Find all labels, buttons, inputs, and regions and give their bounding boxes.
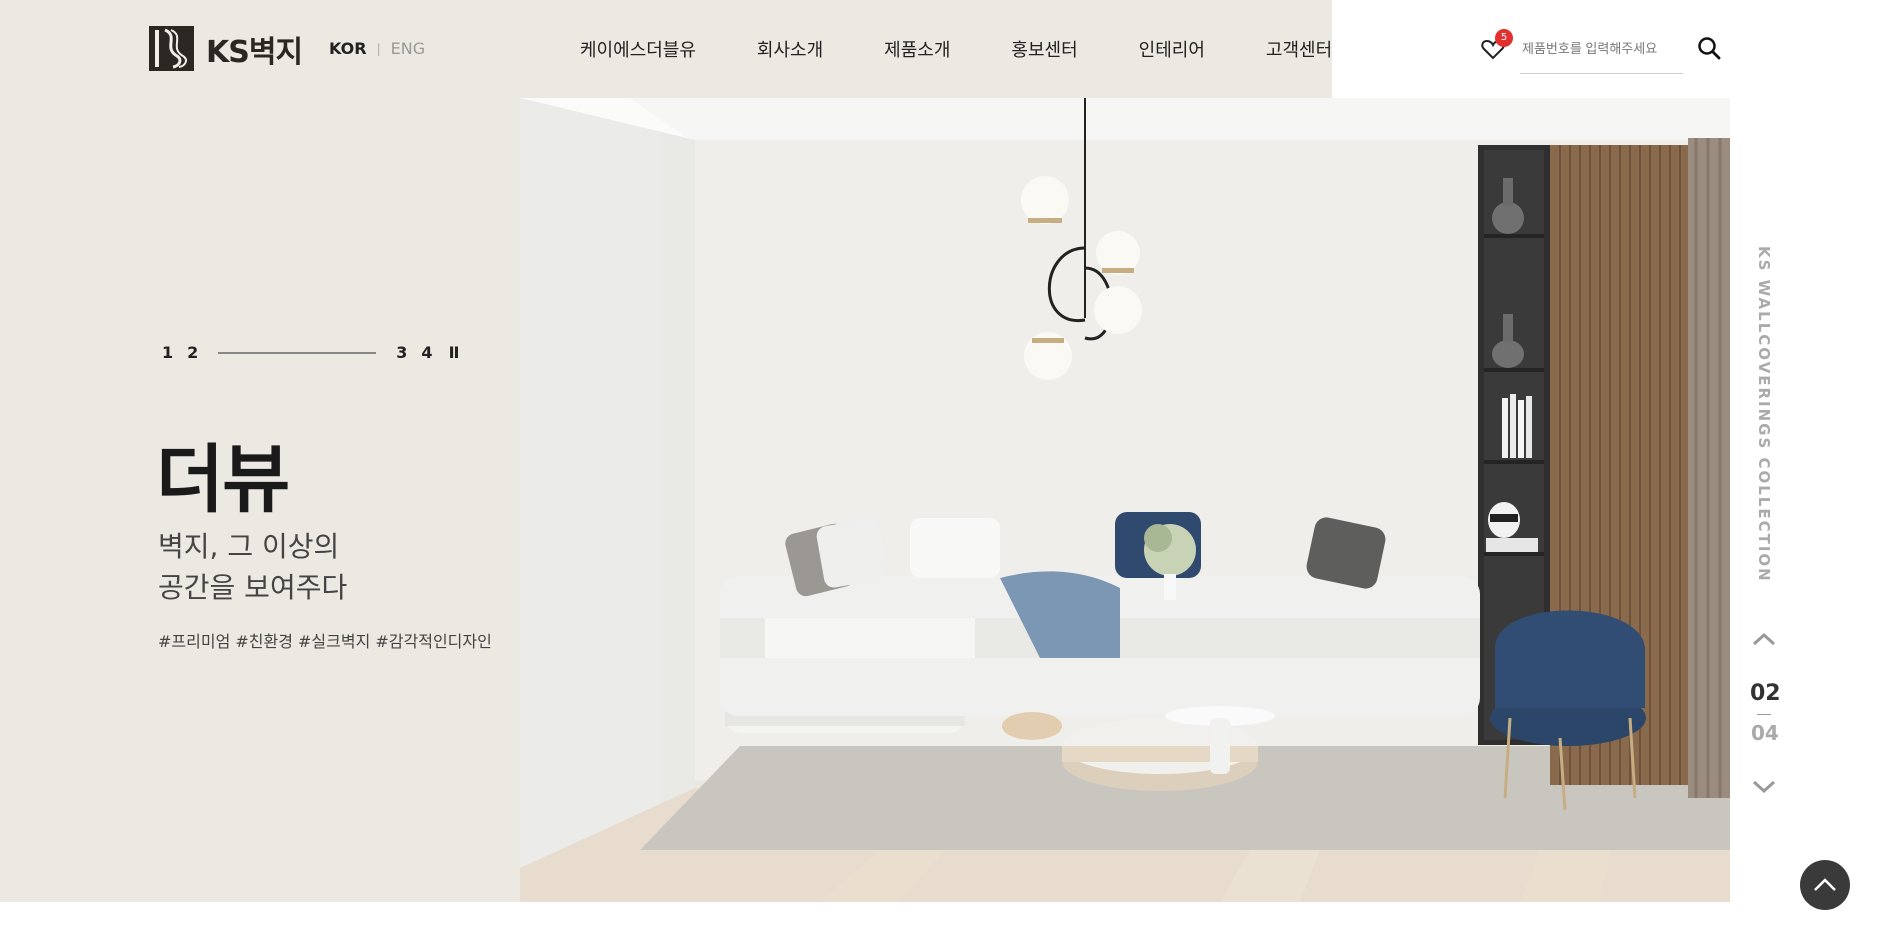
chevron-up-icon [1814,878,1836,891]
nav-item-company[interactable]: 회사소개 [757,36,823,62]
slide-1-button[interactable]: 1 [162,343,173,362]
nav-item-support[interactable]: 고객센터 [1266,36,1332,62]
chevron-up-icon[interactable] [1751,631,1777,651]
lang-separator: | [376,41,381,56]
slide-2-button[interactable]: 2 [187,343,198,362]
site-logo[interactable]: KS벽지 [149,26,303,71]
hero-subtitle-line2: 공간을 보여주다 [158,571,348,604]
nav-item-products[interactable]: 제품소개 [884,36,950,62]
hero-hashtags: #프리미엄 #친환경 #실크벽지 #감각적인디자인 [158,632,492,651]
nav-item-ksw[interactable]: 케이에스더블유 [580,36,696,62]
page: KS벽지 KOR | ENG 케이에스더블유 회사소개 제품소개 홍보센터 인테… [0,0,1879,940]
search-input[interactable] [1520,32,1683,64]
slide-pager: 1 2 3 4 II [162,343,460,362]
hero-title: 더뷰 [156,437,290,523]
slide-current-index: 02 [1750,681,1781,706]
slide-progress-bar [218,351,377,354]
language-switcher: KOR | ENG [329,39,425,58]
slide-4-button[interactable]: 4 [421,343,432,362]
search-field [1520,32,1683,74]
main-nav: 케이에스더블유 회사소개 제품소개 홍보센터 인테리어 고객센터 [580,36,1332,62]
slide-3-button[interactable]: 3 [396,343,407,362]
slide-count-divider [1757,714,1771,715]
logo-mark-icon [149,26,194,71]
collection-label: KS WALLCOVERINGS COLLECTION [1755,246,1773,583]
hero-image [520,98,1730,902]
nav-item-interior[interactable]: 인테리어 [1139,36,1205,62]
search-icon[interactable] [1696,35,1722,61]
slide-total-count: 04 [1751,721,1779,745]
wishlist-count-badge: 5 [1495,29,1513,47]
hero-subtitle: 벽지, 그 이상의 공간을 보여주다 [158,526,347,608]
logo-text: KS벽지 [206,34,303,70]
lang-eng-link[interactable]: ENG [391,39,425,58]
nav-item-pr[interactable]: 홍보센터 [1011,36,1077,62]
scroll-top-button[interactable] [1800,860,1850,910]
chevron-down-icon[interactable] [1751,779,1777,799]
pause-icon[interactable]: II [449,343,460,362]
hero-subtitle-line1: 벽지, 그 이상의 [158,530,340,563]
lang-kor-link[interactable]: KOR [329,39,367,58]
